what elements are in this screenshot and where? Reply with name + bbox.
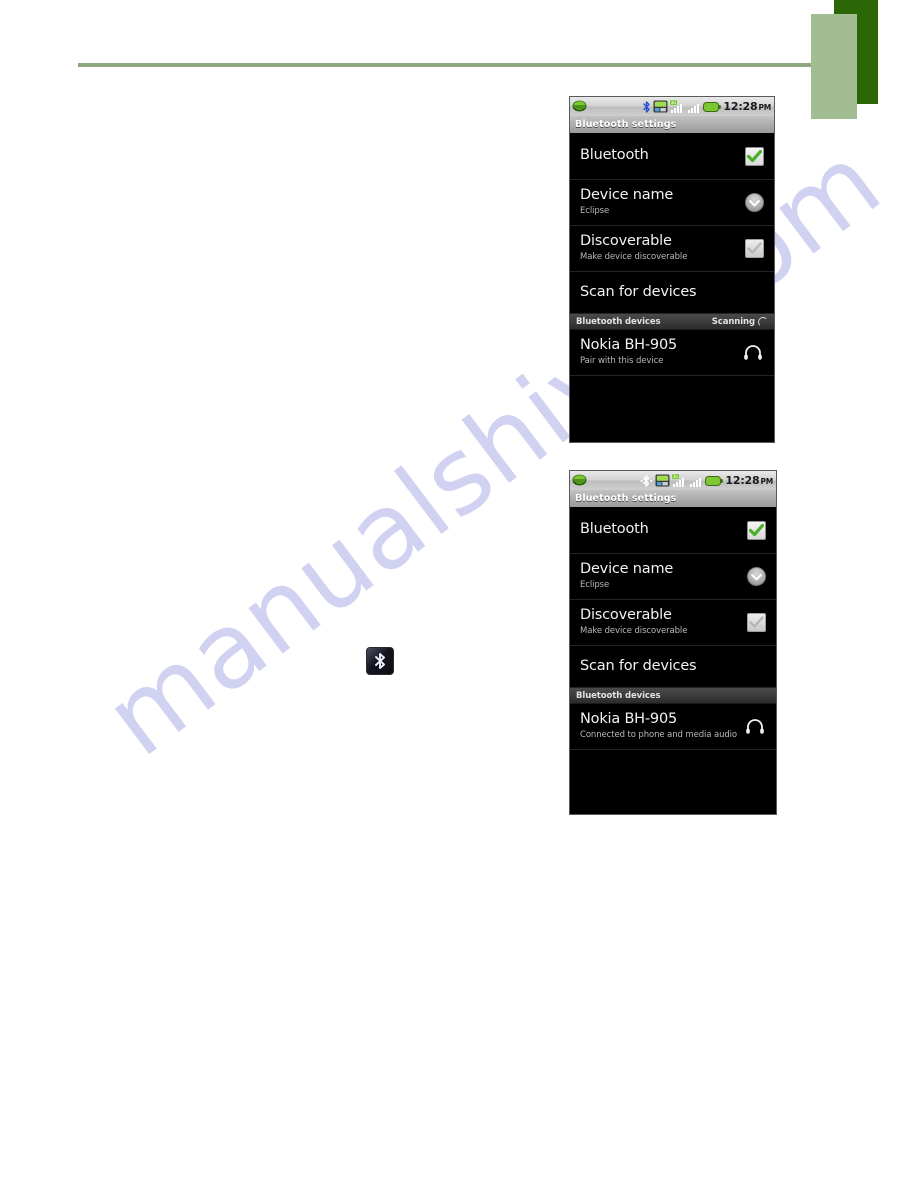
svg-text:3G: 3G bbox=[671, 100, 677, 105]
settings-list: Bluetooth Device name Eclipse Discoverab bbox=[570, 133, 774, 442]
status-bar-clock: 12:28PM bbox=[725, 474, 773, 487]
battery-icon bbox=[705, 475, 724, 487]
status-bar-system-icons: 3G bbox=[642, 100, 722, 114]
scan-for-devices-row[interactable]: Scan for devices bbox=[570, 272, 774, 314]
bluetooth-toggle-row[interactable]: Bluetooth bbox=[570, 133, 774, 180]
row-subtitle: Connected to phone and media audio bbox=[580, 730, 738, 741]
status-bar-clock: 12:28PM bbox=[723, 100, 771, 113]
bluetooth-icon bbox=[642, 100, 651, 114]
scan-for-devices-row[interactable]: Scan for devices bbox=[570, 646, 776, 688]
title-bar: Bluetooth settings bbox=[570, 116, 774, 133]
section-label: Bluetooth devices bbox=[576, 316, 661, 327]
scanning-status: Scanning bbox=[711, 316, 768, 327]
row-subtitle: Pair with this device bbox=[580, 356, 664, 367]
bluetooth-toggle-row[interactable]: Bluetooth bbox=[570, 507, 776, 554]
row-title: Bluetooth bbox=[580, 521, 649, 538]
row-title: Bluetooth bbox=[580, 147, 649, 164]
bluetooth-badge-icon bbox=[366, 647, 394, 675]
clock-time: 12:28 bbox=[725, 474, 760, 487]
row-subtitle: Eclipse bbox=[580, 580, 610, 591]
page-title: Bluetooth settings bbox=[575, 493, 677, 504]
bluetooth-checkbox-checked[interactable] bbox=[747, 520, 766, 540]
signal-bars-icon: 3G bbox=[672, 474, 687, 487]
discoverable-row[interactable]: Discoverable Make device discoverable bbox=[570, 226, 774, 272]
headset-icon bbox=[742, 343, 764, 363]
phone-screenshot-scanning: 3G 12:28PM Bluetooth settings Bluetooth … bbox=[569, 96, 775, 443]
device-row-nokia[interactable]: Nokia BH-905 Connected to phone and medi… bbox=[570, 704, 776, 750]
discoverable-checkbox-unchecked[interactable] bbox=[747, 613, 766, 632]
row-title: Device name bbox=[580, 187, 674, 204]
section-label: Bluetooth devices bbox=[576, 690, 661, 701]
clock-ampm: PM bbox=[758, 103, 771, 112]
phone-screenshot-connected: 3G 12:28PM Bluetooth settings Bluetooth … bbox=[569, 470, 777, 815]
row-subtitle: Make device discoverable bbox=[580, 252, 688, 263]
sync-icon bbox=[655, 474, 670, 487]
row-title: Scan for devices bbox=[580, 283, 697, 300]
discoverable-row[interactable]: Discoverable Make device discoverable bbox=[570, 600, 776, 646]
signal-bars-secondary-icon bbox=[687, 100, 701, 113]
discoverable-checkbox-unchecked[interactable] bbox=[745, 239, 764, 258]
status-bar: 3G 12:28PM bbox=[570, 97, 774, 116]
status-bar: 3G 12:28PM bbox=[570, 471, 776, 490]
device-name-row[interactable]: Device name Eclipse bbox=[570, 180, 774, 226]
bluetooth-checkbox-checked[interactable] bbox=[745, 146, 764, 166]
battery-icon bbox=[703, 101, 722, 113]
watermark-text: manualshive.com bbox=[83, 120, 903, 780]
spinner-icon bbox=[758, 316, 768, 327]
status-bar-system-icons: 3G bbox=[640, 474, 724, 488]
device-row-nokia[interactable]: Nokia BH-905 Pair with this device bbox=[570, 330, 774, 376]
headset-icon bbox=[744, 717, 766, 737]
row-title: Nokia BH-905 bbox=[580, 337, 677, 354]
message-bubble-icon bbox=[572, 474, 587, 487]
row-title: Discoverable bbox=[580, 607, 672, 624]
chevron-down-icon[interactable] bbox=[747, 567, 766, 586]
row-title: Discoverable bbox=[580, 233, 672, 250]
clock-ampm: PM bbox=[760, 477, 773, 486]
clock-time: 12:28 bbox=[723, 100, 758, 113]
bluetooth-devices-section-header: Bluetooth devices bbox=[570, 688, 776, 704]
chevron-down-icon[interactable] bbox=[745, 193, 764, 212]
row-title: Scan for devices bbox=[580, 657, 697, 674]
settings-list: Bluetooth Device name Eclipse Discoverab bbox=[570, 507, 776, 814]
status-bar-notifications bbox=[572, 474, 587, 487]
message-bubble-icon bbox=[572, 100, 587, 113]
bluetooth-connected-icon bbox=[640, 474, 654, 488]
svg-text:3G: 3G bbox=[673, 474, 679, 479]
scanning-label: Scanning bbox=[711, 316, 755, 327]
row-subtitle: Make device discoverable bbox=[580, 626, 688, 637]
row-subtitle: Eclipse bbox=[580, 206, 610, 217]
title-bar: Bluetooth settings bbox=[570, 490, 776, 507]
device-name-row[interactable]: Device name Eclipse bbox=[570, 554, 776, 600]
row-title: Nokia BH-905 bbox=[580, 711, 677, 728]
page-corner-light-green-block bbox=[811, 14, 857, 119]
signal-bars-icon: 3G bbox=[670, 100, 685, 113]
header-rule bbox=[78, 63, 811, 67]
signal-bars-secondary-icon bbox=[689, 474, 703, 487]
row-title: Device name bbox=[580, 561, 674, 578]
status-bar-notifications bbox=[572, 100, 587, 113]
bluetooth-devices-section-header: Bluetooth devices Scanning bbox=[570, 314, 774, 330]
sync-icon bbox=[653, 100, 668, 113]
page-title: Bluetooth settings bbox=[575, 119, 677, 130]
